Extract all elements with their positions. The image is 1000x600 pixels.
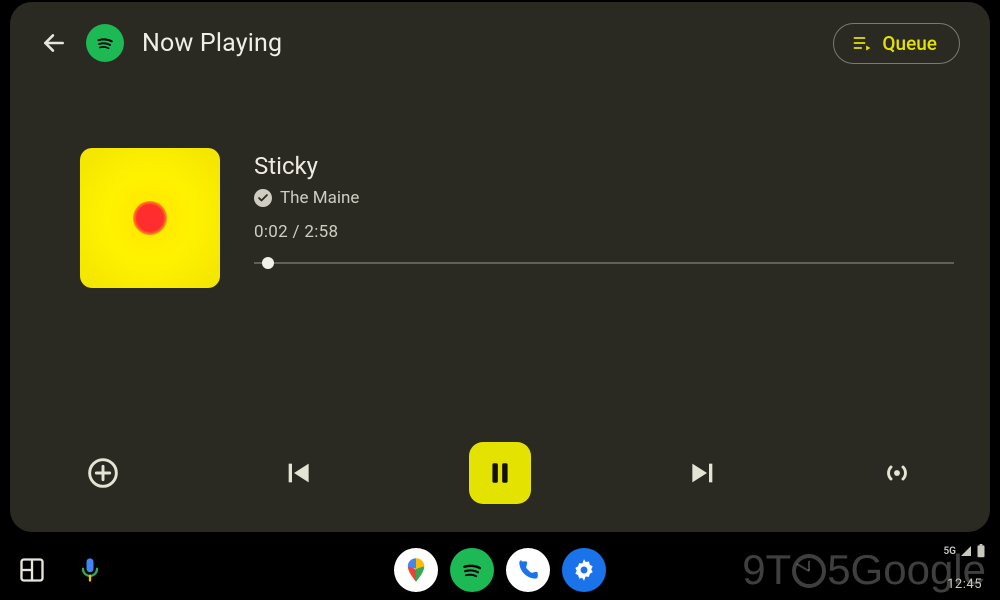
system-bar bbox=[0, 540, 1000, 600]
queue-button-label: Queue bbox=[882, 32, 937, 55]
album-art[interactable] bbox=[80, 148, 220, 288]
add-button[interactable] bbox=[80, 450, 126, 496]
dock bbox=[394, 548, 606, 592]
dock-phone-button[interactable] bbox=[506, 548, 550, 592]
progress-bar[interactable] bbox=[254, 258, 954, 268]
dock-settings-button[interactable] bbox=[562, 548, 606, 592]
system-clock: 12:45 bbox=[947, 577, 982, 592]
artist-name: The Maine bbox=[280, 188, 359, 208]
arrow-left-icon bbox=[41, 30, 67, 56]
network-label: 5G bbox=[943, 546, 956, 557]
time-duration: 2:58 bbox=[304, 222, 338, 242]
dashboard-icon bbox=[18, 556, 46, 584]
voice-button[interactable] bbox=[76, 556, 104, 584]
verified-badge-icon bbox=[254, 189, 272, 207]
spotify-logo-icon bbox=[86, 24, 124, 62]
dock-maps-button[interactable] bbox=[394, 548, 438, 592]
time-readout: 0:02 / 2:58 bbox=[254, 222, 960, 242]
album-art-graphic bbox=[133, 201, 167, 235]
pause-icon bbox=[487, 460, 513, 486]
previous-button[interactable] bbox=[275, 450, 321, 496]
playback-controls bbox=[10, 442, 990, 504]
track-title: Sticky bbox=[254, 152, 960, 180]
track-info: Sticky The Maine 0:02 / 2:58 bbox=[254, 148, 960, 268]
progress-track bbox=[254, 263, 954, 264]
dashboard-button[interactable] bbox=[18, 556, 46, 584]
spotify-icon bbox=[458, 556, 486, 584]
artist-row: The Maine bbox=[254, 188, 960, 208]
queue-button[interactable]: Queue bbox=[833, 23, 960, 64]
back-button[interactable] bbox=[40, 29, 68, 57]
microphone-icon bbox=[76, 556, 104, 584]
signal-icon bbox=[960, 545, 972, 557]
battery-icon bbox=[976, 544, 986, 558]
dock-spotify-button[interactable] bbox=[450, 548, 494, 592]
track-content: Sticky The Maine 0:02 / 2:58 bbox=[80, 148, 960, 288]
queue-icon bbox=[852, 33, 872, 53]
now-playing-card: Now Playing Queue Sticky The Maine bbox=[10, 2, 990, 532]
phone-icon bbox=[515, 557, 541, 583]
header: Now Playing Queue bbox=[40, 14, 960, 72]
gear-icon bbox=[571, 557, 597, 583]
skip-previous-icon bbox=[282, 457, 314, 489]
time-elapsed: 0:02 bbox=[254, 222, 288, 242]
progress-thumb[interactable] bbox=[262, 257, 274, 269]
skip-next-icon bbox=[687, 457, 719, 489]
plus-circle-icon bbox=[87, 457, 119, 489]
page-title: Now Playing bbox=[142, 29, 282, 58]
maps-icon bbox=[402, 556, 430, 584]
next-button[interactable] bbox=[680, 450, 726, 496]
broadcast-icon bbox=[881, 457, 913, 489]
pause-button[interactable] bbox=[469, 442, 531, 504]
broadcast-button[interactable] bbox=[874, 450, 920, 496]
status-cluster: 5G bbox=[943, 544, 986, 558]
